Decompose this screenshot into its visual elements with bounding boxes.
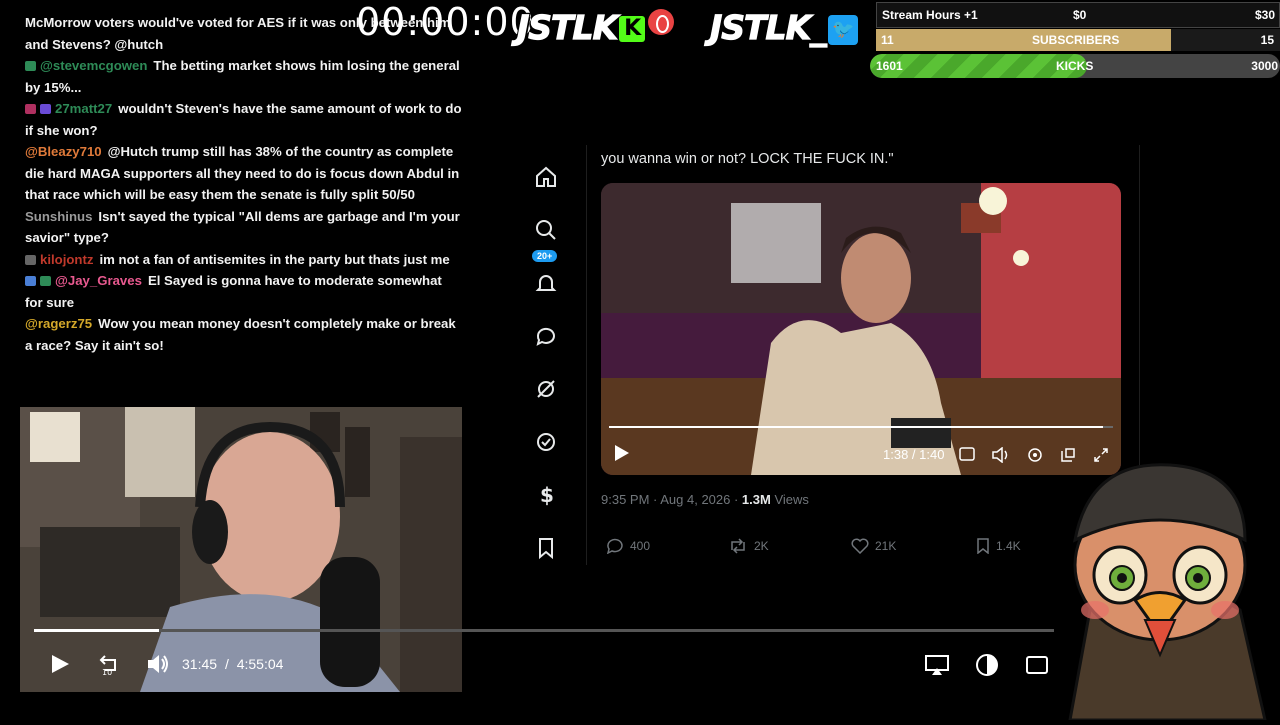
repost-icon: [731, 538, 745, 554]
subs-goal: 15: [1260, 33, 1274, 47]
chat-message: kilojontz im not a fan of antisemites in …: [18, 249, 463, 271]
brand-text: JSTLK: [516, 7, 618, 47]
subscribers-goal: 11 SUBSCRIBERS 15: [876, 29, 1280, 51]
volume-icon[interactable]: [146, 653, 170, 680]
duration: 4:55:04: [236, 656, 284, 672]
notification-badge: 20+: [532, 250, 558, 262]
chat-badge-icon: [40, 104, 51, 114]
subscribers-fill: [876, 29, 1171, 51]
contrast-icon[interactable]: [975, 653, 999, 682]
subs-current: 11: [881, 33, 894, 47]
subs-label: SUBSCRIBERS: [1032, 33, 1120, 47]
playback-time: 31:45 / 4:55:04: [182, 656, 283, 672]
like-action[interactable]: 21K: [851, 538, 896, 554]
bookmark-action[interactable]: 1.4K: [976, 538, 1021, 554]
search-icon[interactable]: [520, 203, 572, 256]
tweet-video[interactable]: 1:38 / 1:40: [601, 183, 1121, 475]
chat-text: im not a fan of antisemites in the party…: [99, 251, 450, 267]
bookmark-small-icon: [977, 538, 989, 554]
twitter-bird-icon: 🐦: [827, 15, 858, 45]
tweet-text: you wanna win or not? LOCK THE FUCK IN.": [601, 151, 894, 167]
volume-icon[interactable]: [992, 446, 1010, 468]
main-progress-bar[interactable]: [34, 629, 1054, 632]
main-progress-fill: [34, 629, 160, 632]
stream-hours-goal: Stream Hours +1 $0 $30: [876, 2, 1280, 28]
kick-logo: JSTLK K: [516, 7, 675, 48]
messages-icon[interactable]: [520, 309, 572, 362]
bookmark-icon[interactable]: [520, 521, 572, 574]
video-progress-fill: [609, 426, 1103, 428]
heart-icon: [851, 538, 869, 554]
kicks-goal: 1601 KICKS 3000: [870, 54, 1280, 78]
replay-10-icon[interactable]: 10: [97, 652, 121, 681]
like-count: 21K: [875, 539, 897, 553]
verified-icon[interactable]: [520, 415, 572, 468]
time-separator: /: [224, 656, 229, 672]
money-icon[interactable]: $: [520, 468, 572, 521]
brand-text: JSTLK: [709, 7, 811, 47]
views-label: Views: [770, 492, 809, 507]
goal-widgets: Stream Hours +1 $0 $30 11 SUBSCRIBERS 15…: [870, 2, 1280, 78]
captions-icon[interactable]: [1025, 655, 1049, 680]
chat-message: @Bleazy710 @Hutch trump still has 38% of …: [18, 141, 463, 206]
video-progress-track[interactable]: [609, 426, 1113, 428]
airplay-icon[interactable]: [924, 654, 950, 681]
repost-count: 2K: [754, 539, 769, 553]
settings-icon[interactable]: [1027, 447, 1043, 468]
chat-badge-icon: [25, 276, 36, 286]
chat-username[interactable]: @Bleazy710: [25, 144, 102, 159]
chat-badge-icon: [40, 276, 51, 286]
bell-icon[interactable]: 20+: [520, 250, 572, 309]
chat-message: @ragerz75 Wow you mean money doesn't comp…: [18, 313, 463, 356]
bookmark-count: 1.4K: [996, 539, 1021, 553]
chat-username[interactable]: kilojontz: [40, 252, 93, 267]
chat-username[interactable]: @stevemcgowen: [40, 58, 147, 73]
kick-icon: K: [619, 16, 646, 42]
chat-message: @Jay_Graves El Sayed is gonna have to mod…: [18, 270, 463, 313]
hours-end: $30: [1254, 8, 1275, 22]
hours-start: $0: [1073, 8, 1087, 22]
tweet-meta: 9:35 PM · Aug 4, 2026 · 1.3M Views: [601, 492, 809, 507]
stream-timer: 00:00:00: [356, 0, 535, 44]
svg-text:$: $: [540, 483, 554, 507]
video-time: 1:38 / 1:40: [883, 447, 945, 462]
chat-message: 27matt27 wouldn't Steven's have the same …: [18, 98, 463, 141]
webcam-feed: [20, 407, 462, 692]
reply-count: 400: [630, 539, 651, 553]
chat-badge-icon: [25, 254, 36, 265]
kicks-current: 1601: [876, 59, 903, 73]
owl-mascot: [1050, 460, 1280, 722]
current-time: 31:45: [182, 656, 218, 672]
chat-message: @stevemcgowen The betting market shows hi…: [18, 55, 463, 98]
twitter-nav-rail: 20+ $: [520, 150, 572, 574]
chat-username[interactable]: @Jay_Graves: [55, 273, 142, 288]
brand-suffix: _: [810, 7, 828, 47]
video-play-icon[interactable]: [615, 445, 629, 466]
record-icon: [648, 9, 675, 35]
chat-message: Sunshinus Isn't sayed the typical "All de…: [18, 206, 463, 249]
tweet-timestamp: 9:35 PM · Aug 4, 2026 ·: [601, 492, 742, 507]
chat-username[interactable]: @ragerz75: [25, 316, 92, 331]
chat-badge-icon: [25, 104, 36, 114]
repost-action[interactable]: 2K: [728, 538, 769, 554]
webcam-frame: [20, 407, 462, 692]
chat-badge-icon: [25, 61, 36, 71]
chat-panel: McMorrow voters would've voted for AES i…: [18, 12, 463, 356]
reply-action[interactable]: 400: [606, 538, 650, 554]
play-icon[interactable]: [50, 654, 70, 679]
home-icon[interactable]: [520, 150, 572, 203]
tweet-views: 1.3M: [741, 492, 771, 507]
hours-label: Stream Hours +1: [882, 8, 978, 22]
svg-text:10: 10: [102, 668, 112, 676]
captions-icon[interactable]: [959, 447, 975, 468]
twitter-logo: JSTLK_ 🐦: [709, 7, 858, 48]
chat-username[interactable]: 27matt27: [55, 101, 112, 116]
kicks-label: KICKS: [1056, 59, 1094, 73]
grok-icon[interactable]: [520, 362, 572, 415]
chat-username[interactable]: Sunshinus: [25, 209, 92, 224]
video-frame: [601, 183, 1121, 475]
reply-icon: [606, 538, 623, 554]
kicks-goal-value: 3000: [1251, 59, 1278, 73]
